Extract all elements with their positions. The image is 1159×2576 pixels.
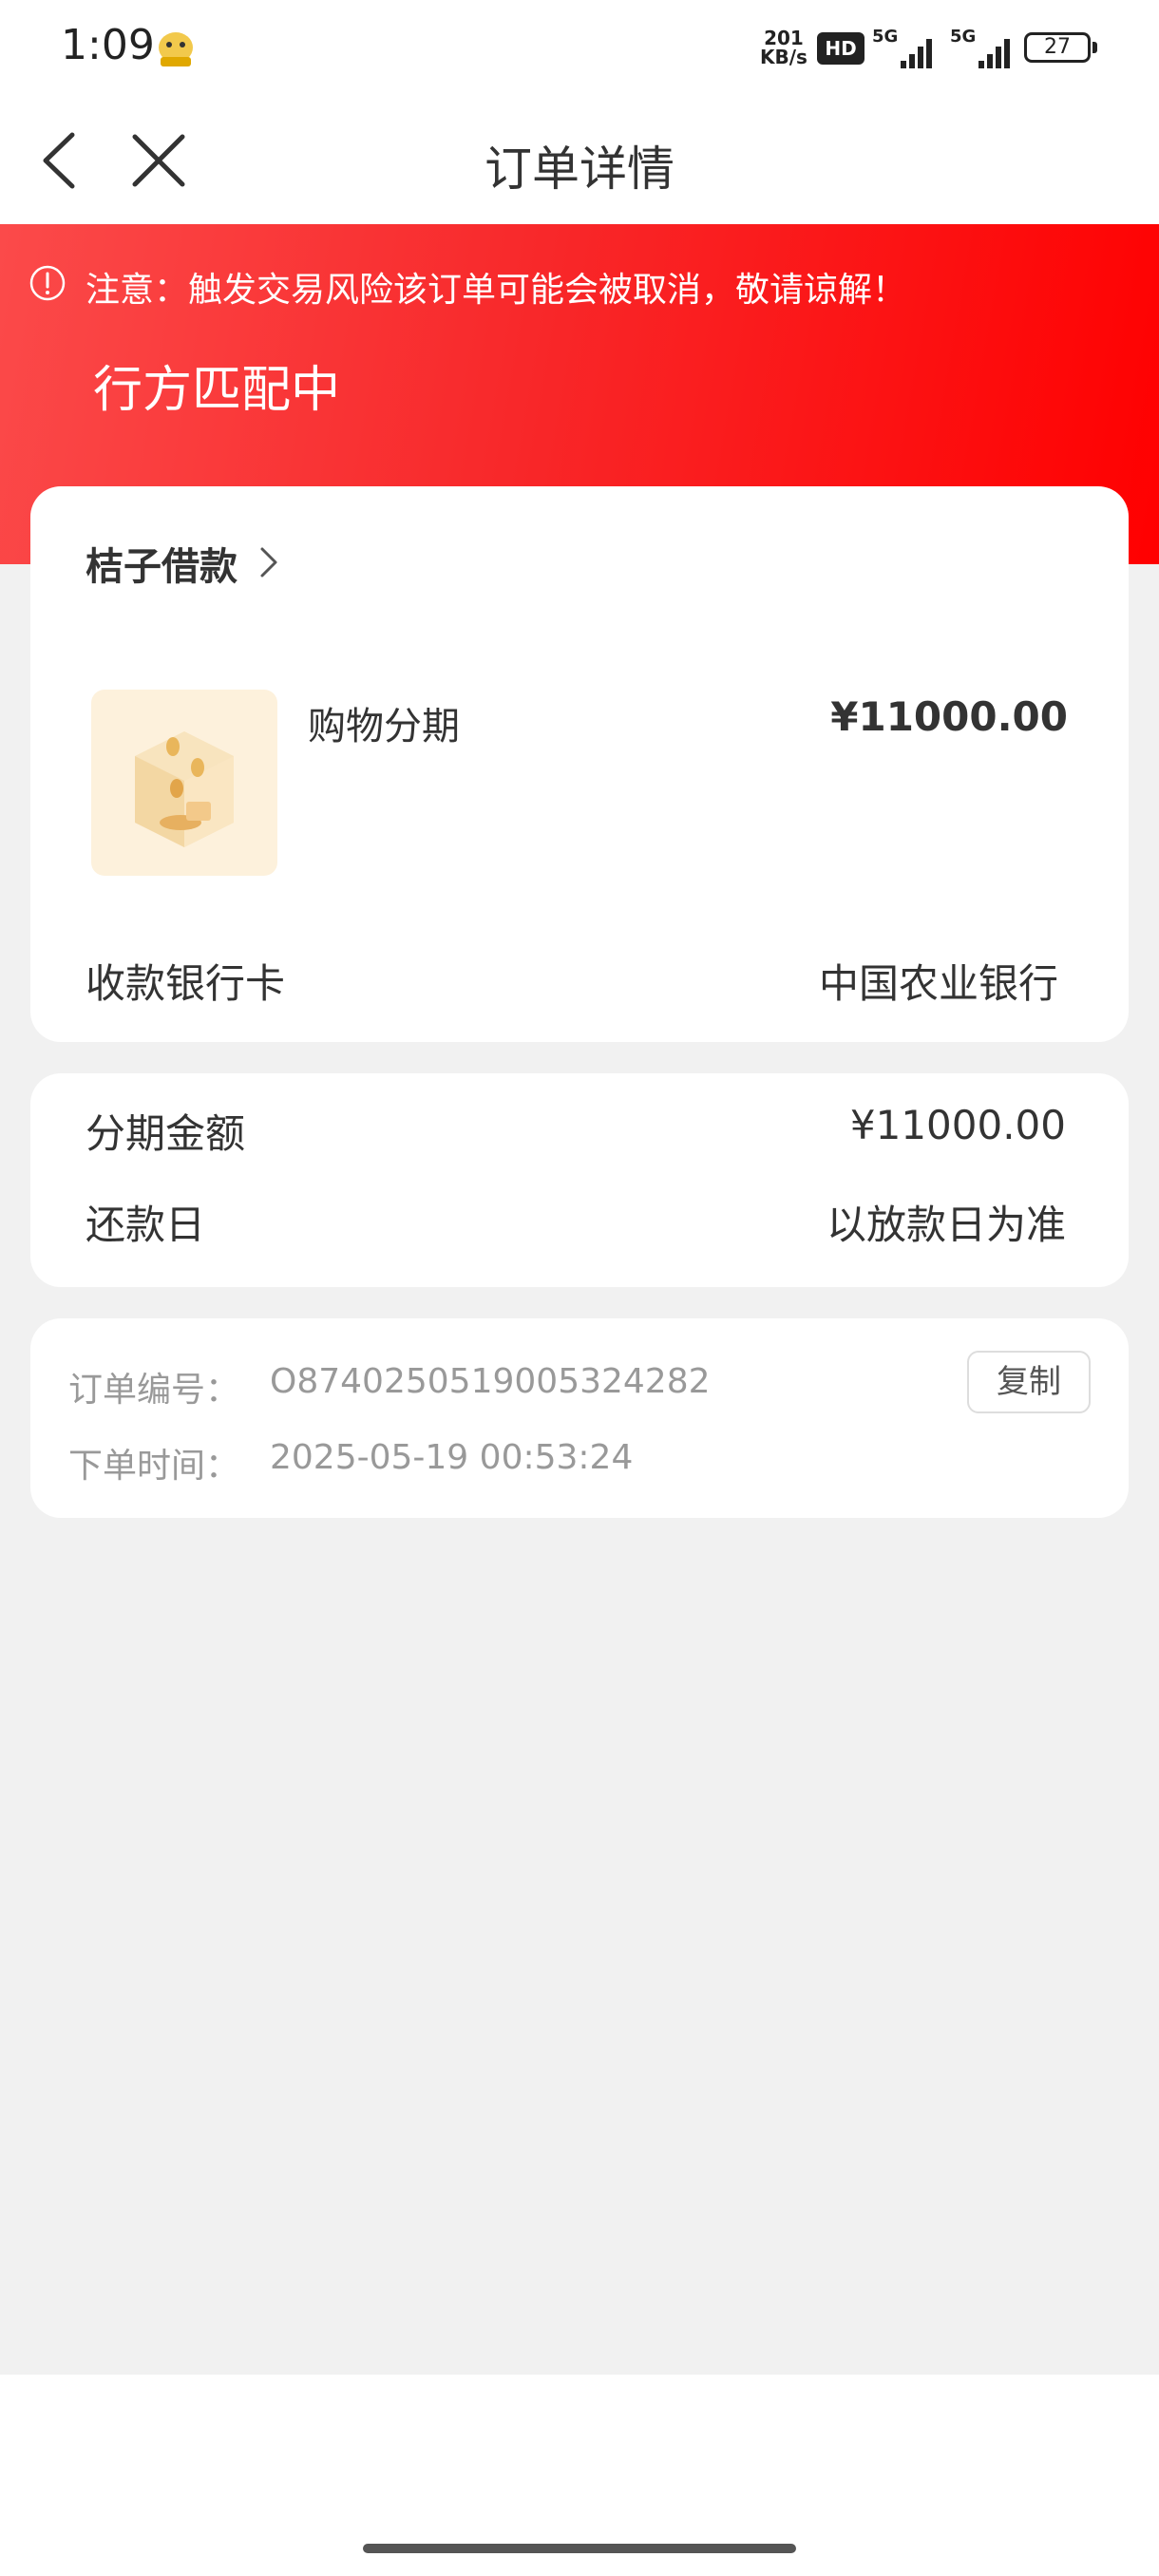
network-speed: 201 KB/s: [760, 28, 808, 66]
nav-bar: 订单详情: [0, 95, 1159, 224]
order-time-label: 下单时间：: [68, 1447, 240, 1486]
risk-warning-text: 注意：触发交易风险该订单可能会被取消，敬请谅解！: [86, 271, 907, 310]
product-image: [91, 690, 277, 876]
installment-amount-value: ¥11000.00: [849, 1102, 1066, 1148]
bank-card-value: 中国农业银行: [818, 960, 1058, 1007]
bottom-gesture-area: [0, 2375, 1159, 2576]
status-time: 1:09: [61, 21, 155, 69]
battery-level: 27: [1044, 35, 1071, 59]
network-speed-unit: KB/s: [760, 46, 808, 68]
order-time-value: 2025-05-19 00:53:24: [270, 1438, 634, 1477]
bank-card-label: 收款银行卡: [86, 960, 286, 1007]
home-indicator[interactable]: [363, 2544, 796, 2553]
repayment-date-label: 还款日: [86, 1202, 206, 1248]
signal-2: 5G: [950, 27, 1013, 68]
order-number-value: O874025051900532428​2: [270, 1362, 711, 1401]
lender-name[interactable]: 桔子借款: [86, 536, 238, 591]
order-info-card: 订单编号： O874025051900532428​2 复制 下单时间： 202…: [30, 1318, 1129, 1518]
signal-bars-icon: [901, 39, 932, 68]
chevron-right-icon[interactable]: [258, 545, 279, 579]
product-amount: ¥11000.00: [830, 693, 1068, 740]
coin-box-icon: [135, 731, 234, 847]
order-status: 行方匹配中: [93, 362, 341, 419]
repayment-date-value: 以放款日为准: [826, 1202, 1066, 1248]
installment-amount-label: 分期金额: [86, 1110, 246, 1157]
warning-icon: [29, 265, 66, 301]
battery-tip: [1092, 42, 1097, 53]
battery-icon: 27: [1024, 32, 1091, 63]
order-card: 桔子借款 购物分期 ¥11000.00 收款银行卡 中国农业银行: [30, 486, 1129, 1042]
page-title: 订单详情: [484, 142, 674, 197]
app-notification-icon: [159, 32, 193, 66]
hd-badge: HD: [817, 32, 864, 65]
network-speed-value: 201: [764, 27, 804, 49]
signal-1: 5G: [872, 27, 935, 68]
status-bar: 1:09 201 KB/s HD 5G 5G 27: [0, 0, 1159, 95]
installment-card: 分期金额 ¥11000.00 还款日 以放款日为准: [30, 1073, 1129, 1287]
order-number-label: 订单编号：: [68, 1371, 240, 1410]
copy-button[interactable]: 复制: [967, 1351, 1091, 1413]
product-name: 购物分期: [308, 705, 460, 748]
signal-bars-icon: [978, 39, 1010, 68]
